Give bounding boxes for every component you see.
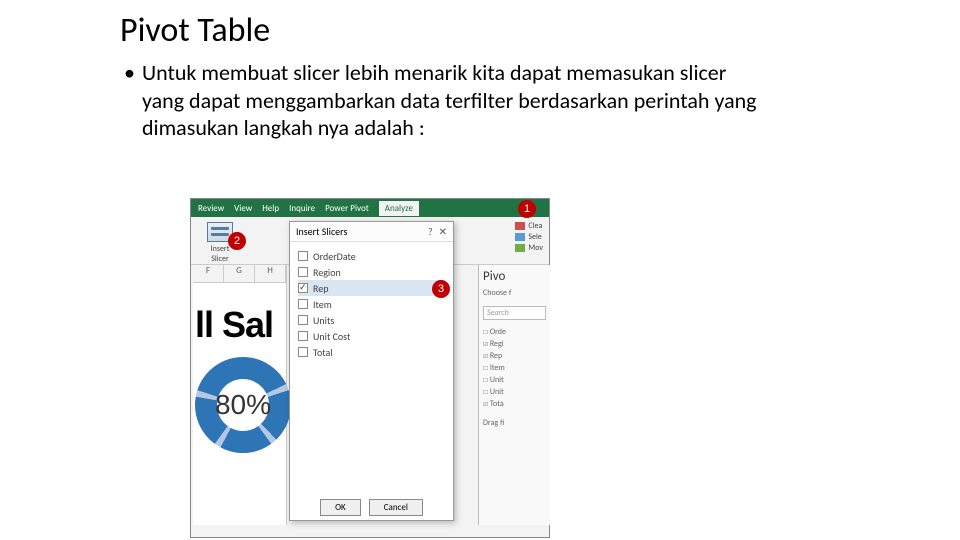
ribbon-tab-help[interactable]: Help bbox=[262, 203, 279, 214]
slicer-btn-label2: Slicer bbox=[211, 254, 229, 264]
checkbox-icon[interactable]: ☐ bbox=[483, 375, 488, 384]
dialog-close-icon[interactable]: ✕ bbox=[428, 225, 447, 238]
pane-field-row[interactable]: ☐Unit bbox=[483, 386, 546, 398]
insert-slicers-dialog: Insert Slicers ✕ OrderDate Region Rep Item U… bbox=[289, 221, 454, 521]
checkbox-icon[interactable]: ☑ bbox=[483, 351, 488, 360]
column-headers: F G H bbox=[193, 265, 286, 283]
step-badge-3: 3 bbox=[432, 280, 450, 298]
checkbox-icon[interactable]: ☐ bbox=[483, 387, 488, 396]
col-h[interactable]: H bbox=[255, 265, 286, 282]
checkbox-icon[interactable]: ☑ bbox=[483, 399, 488, 408]
pane-search-input[interactable]: Search bbox=[483, 306, 546, 320]
ribbon-tab-review[interactable]: Review bbox=[198, 203, 224, 214]
checkbox-icon[interactable] bbox=[298, 283, 308, 293]
field-label: OrderDate bbox=[313, 250, 356, 263]
field-row[interactable]: Total bbox=[298, 344, 445, 360]
field-row[interactable]: Region bbox=[298, 264, 445, 280]
pane-field-label: Item bbox=[490, 363, 505, 373]
checkbox-icon[interactable] bbox=[298, 331, 308, 341]
pivot-fields-pane: Pivo Choose f Search ☐Orde☑Regi☑Rep☐Item… bbox=[478, 265, 550, 525]
pane-field-row[interactable]: ☑Regi bbox=[483, 338, 546, 350]
field-row[interactable]: Item bbox=[298, 296, 445, 312]
donut-chart-icon: 80% bbox=[195, 357, 291, 453]
pane-field-label: Tota bbox=[490, 399, 504, 409]
ribbon-right-group: Clea Sele Mov bbox=[515, 221, 543, 255]
worksheet-bg: F G H ll Sal 80% bbox=[193, 265, 287, 525]
ribbon-tab-powerpivot[interactable]: Power Pivot bbox=[325, 203, 369, 214]
pane-field-row[interactable]: ☐Unit bbox=[483, 374, 546, 386]
pane-field-row[interactable]: ☐Orde bbox=[483, 326, 546, 338]
ribbon-cmd-select[interactable]: Sele bbox=[515, 232, 543, 243]
checkbox-icon[interactable] bbox=[298, 267, 308, 277]
pane-field-list: ☐Orde☑Regi☑Rep☐Item☐Unit☐Unit☑Tota bbox=[483, 326, 546, 410]
ribbon-cmd-clear[interactable]: Clea bbox=[515, 221, 543, 232]
pane-subtitle: Choose f bbox=[483, 288, 546, 298]
pane-field-row[interactable]: ☐Item bbox=[483, 362, 546, 374]
field-row[interactable]: Units bbox=[298, 312, 445, 328]
pane-field-label: Unit bbox=[490, 387, 504, 397]
checkbox-icon[interactable]: ☑ bbox=[483, 339, 488, 348]
ok-button[interactable]: OK bbox=[320, 499, 361, 516]
checkbox-icon[interactable] bbox=[298, 315, 308, 325]
checkbox-icon[interactable]: ☐ bbox=[483, 327, 488, 336]
pane-field-label: Regi bbox=[490, 339, 504, 349]
step-badge-1: 1 bbox=[518, 200, 536, 218]
checkbox-icon[interactable] bbox=[298, 299, 308, 309]
field-label: Rep bbox=[313, 282, 328, 295]
donut-label: 80% bbox=[195, 357, 291, 453]
field-label: Region bbox=[313, 266, 341, 279]
field-row[interactable]: Unit Cost bbox=[298, 328, 445, 344]
ribbon-tab-inquire[interactable]: Inquire bbox=[289, 203, 315, 214]
pane-field-row[interactable]: ☑Rep bbox=[483, 350, 546, 362]
slicer-field-list: OrderDate Region Rep Item Units Unit Cost Tota… bbox=[290, 242, 453, 366]
slide-body: Untuk membuat slicer lebih menarik kita … bbox=[120, 59, 760, 142]
pane-field-label: Orde bbox=[490, 327, 506, 337]
ribbon-cmd-move[interactable]: Mov bbox=[515, 243, 543, 254]
field-row[interactable]: OrderDate bbox=[298, 248, 445, 264]
field-label: Total bbox=[313, 346, 333, 359]
pane-field-label: Rep bbox=[490, 351, 502, 361]
field-label: Unit Cost bbox=[313, 330, 350, 343]
step-badge-2: 2 bbox=[228, 232, 246, 250]
title-fragment: ll Sal bbox=[195, 307, 286, 343]
ribbon-tab-view[interactable]: View bbox=[234, 203, 252, 214]
checkbox-icon[interactable] bbox=[298, 347, 308, 357]
checkbox-icon[interactable]: ☐ bbox=[483, 363, 488, 372]
dialog-title-text: Insert Slicers bbox=[296, 225, 347, 238]
excel-screenshot: Review View Help Inquire Power Pivot Ana… bbox=[190, 198, 550, 538]
slicer-btn-label1: Insert bbox=[211, 244, 230, 254]
pane-drag-label: Drag fi bbox=[483, 418, 546, 428]
field-label: Units bbox=[313, 314, 334, 327]
col-g[interactable]: G bbox=[224, 265, 255, 282]
ribbon-tab-analyze[interactable]: Analyze bbox=[379, 201, 419, 216]
slide-title: Pivot Table bbox=[120, 10, 960, 51]
field-row[interactable]: Rep bbox=[298, 280, 445, 296]
field-label: Item bbox=[313, 298, 332, 311]
pane-field-row[interactable]: ☑Tota bbox=[483, 398, 546, 410]
ribbon-tabs: Review View Help Inquire Power Pivot Ana… bbox=[191, 199, 549, 217]
pane-field-label: Unit bbox=[490, 375, 504, 385]
pane-title: Pivo bbox=[483, 269, 546, 284]
col-f[interactable]: F bbox=[193, 265, 224, 282]
cancel-button[interactable]: Cancel bbox=[369, 499, 423, 516]
checkbox-icon[interactable] bbox=[298, 251, 308, 261]
